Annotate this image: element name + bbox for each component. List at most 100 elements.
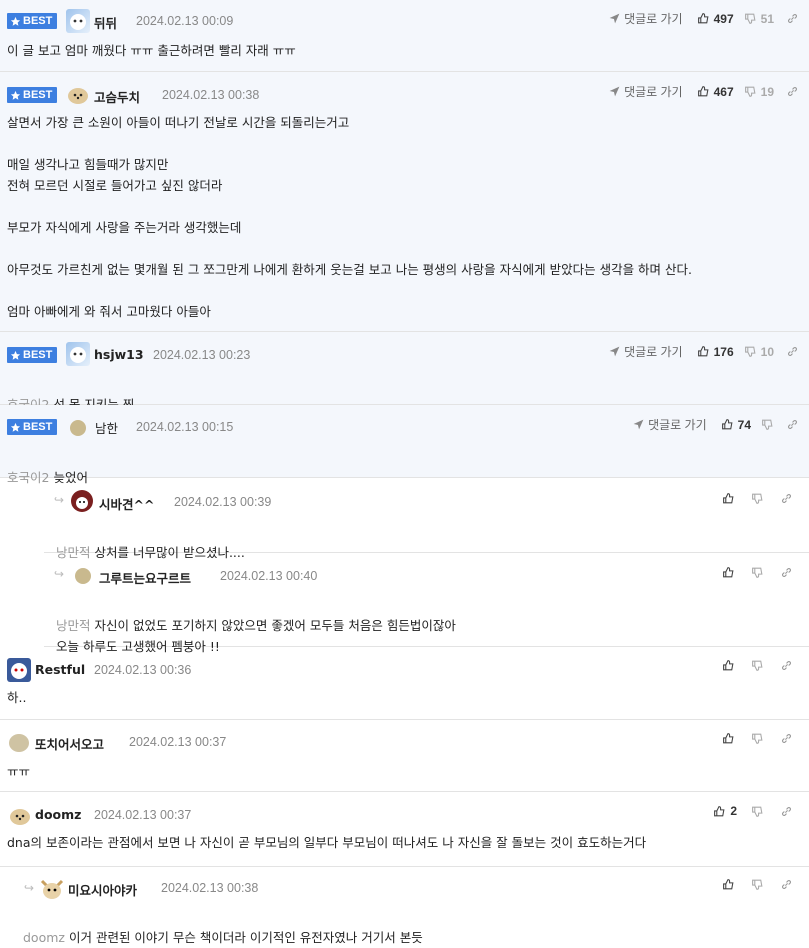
thumbs-up-icon <box>721 419 733 430</box>
comment-actions: 댓글로 가기 74 <box>632 416 799 433</box>
thumbs-down-icon <box>752 567 763 578</box>
upvote-button[interactable]: 2 <box>713 804 737 818</box>
thumbs-up-icon <box>714 805 725 816</box>
comment-date: 2024.02.13 00:23 <box>153 348 251 362</box>
avatar[interactable] <box>9 734 29 752</box>
comment-actions <box>722 732 809 745</box>
link-icon[interactable] <box>786 345 799 358</box>
avatar[interactable] <box>66 342 90 366</box>
avatar[interactable] <box>40 877 64 901</box>
thumbs-down-icon <box>752 493 763 504</box>
link-icon[interactable] <box>780 659 793 672</box>
comment: BEST 남한 2024.02.13 00:15 댓글로 가기 74 호국이2 늦… <box>0 405 809 485</box>
downvote-button[interactable] <box>761 418 774 431</box>
comment-actions: 2 <box>713 804 809 818</box>
comment-date: 2024.02.13 00:38 <box>161 881 259 895</box>
author-nickname[interactable]: 고슴두치 <box>94 87 140 106</box>
mention[interactable]: 낭만적 <box>56 618 91 633</box>
star-icon <box>10 422 21 432</box>
avatar[interactable] <box>66 82 90 106</box>
best-badge: BEST <box>7 347 58 363</box>
best-badge: BEST <box>7 13 58 29</box>
best-badge: BEST <box>7 419 58 435</box>
author-nickname[interactable]: 뒤뒤 <box>94 13 117 32</box>
link-icon[interactable] <box>786 418 799 431</box>
upvote-button[interactable] <box>722 659 735 672</box>
downvote-button[interactable]: 10 <box>744 345 774 359</box>
comment-text: 하.. <box>7 690 27 705</box>
link-icon[interactable] <box>780 492 793 505</box>
author-nickname[interactable]: 또치어서오고 <box>35 734 104 753</box>
comment-date: 2024.02.13 00:09 <box>136 14 234 28</box>
link-icon[interactable] <box>780 805 793 818</box>
goto-comment-link[interactable]: 댓글로 가기 <box>608 343 683 360</box>
avatar[interactable] <box>70 420 86 436</box>
thumbs-down-icon <box>762 419 773 430</box>
upvote-button[interactable] <box>722 566 735 579</box>
comment-date: 2024.02.13 00:36 <box>94 663 192 677</box>
thumbs-up-icon <box>697 86 709 97</box>
avatar[interactable] <box>75 568 91 584</box>
mention[interactable]: doomz <box>23 930 65 945</box>
comment-text: ㅠㅠ <box>7 764 31 779</box>
upvote-button[interactable] <box>722 878 735 891</box>
link-icon[interactable] <box>780 878 793 891</box>
thumbs-up-icon <box>723 567 734 578</box>
downvote-button[interactable] <box>751 878 764 891</box>
thumbs-up-icon <box>697 13 709 24</box>
downvote-button[interactable] <box>751 566 764 579</box>
downvote-button[interactable]: 19 <box>744 85 774 99</box>
avatar[interactable] <box>8 803 32 827</box>
avatar[interactable] <box>70 489 94 513</box>
star-icon <box>10 350 21 360</box>
downvote-button[interactable] <box>751 659 764 672</box>
link-icon[interactable] <box>786 12 799 25</box>
comment-text: 이 글 보고 엄마 깨웠다 ㅠㅠ 출근하려면 빨리 자래 ㅠㅠ <box>7 43 296 58</box>
author-nickname[interactable]: 남한 <box>95 418 118 437</box>
author-nickname[interactable]: 그루트는요구르트 <box>99 568 191 587</box>
comment-date: 2024.02.13 00:39 <box>174 495 272 509</box>
arrow-icon <box>609 346 620 357</box>
upvote-button[interactable]: 467 <box>697 85 734 99</box>
upvote-button[interactable]: 74 <box>721 418 751 432</box>
downvote-button[interactable] <box>751 805 764 818</box>
comment-date: 2024.02.13 00:38 <box>162 88 260 102</box>
upvote-button[interactable]: 176 <box>697 345 734 359</box>
reply-comment: ↪ 미요시아야카 2024.02.13 00:38 doomz 이거 관련된 이야… <box>18 867 809 945</box>
link-icon[interactable] <box>780 566 793 579</box>
author-nickname[interactable]: doomz <box>35 807 81 822</box>
upvote-button[interactable] <box>722 732 735 745</box>
link-icon[interactable] <box>780 732 793 745</box>
goto-comment-link[interactable]: 댓글로 가기 <box>608 10 683 27</box>
reply-arrow-icon: ↪ <box>54 493 65 507</box>
reply-comment: ↪ 그루트는요구르트 2024.02.13 00:40 낭만적 자신이 없었도 포… <box>44 553 809 654</box>
thumbs-up-icon <box>697 346 709 357</box>
comment: BEST hsjw13 2024.02.13 00:23 댓글로 가기 176 … <box>0 332 809 412</box>
comment-actions: 댓글로 가기 467 19 <box>608 83 799 100</box>
goto-comment-link[interactable]: 댓글로 가기 <box>608 83 683 100</box>
reply-arrow-icon: ↪ <box>24 881 35 895</box>
comment-actions <box>722 566 809 579</box>
upvote-button[interactable] <box>722 492 735 505</box>
avatar[interactable] <box>7 658 31 682</box>
avatar[interactable] <box>66 9 90 33</box>
author-nickname[interactable]: 시바견^^ <box>99 494 154 513</box>
author-nickname[interactable]: Restful <box>35 662 85 677</box>
downvote-button[interactable] <box>751 732 764 745</box>
reply-comment: ↪ 시바견^^ 2024.02.13 00:39 낭만적 상처를 너무많이 받으셨… <box>44 478 809 560</box>
author-nickname[interactable]: 미요시아야카 <box>68 880 137 899</box>
star-icon <box>10 16 21 26</box>
link-icon[interactable] <box>786 85 799 98</box>
reply-arrow-icon: ↪ <box>54 567 65 581</box>
thumbs-down-icon <box>744 13 756 24</box>
downvote-button[interactable] <box>751 492 764 505</box>
best-badge: BEST <box>7 87 58 103</box>
thumbs-up-icon <box>723 733 734 744</box>
thumbs-down-icon <box>744 86 756 97</box>
goto-comment-link[interactable]: 댓글로 가기 <box>632 416 707 433</box>
thumbs-up-icon <box>723 879 734 890</box>
downvote-button[interactable]: 51 <box>744 12 774 26</box>
thumbs-down-icon <box>744 346 756 357</box>
upvote-button[interactable]: 497 <box>697 12 734 26</box>
author-nickname[interactable]: hsjw13 <box>94 347 144 362</box>
